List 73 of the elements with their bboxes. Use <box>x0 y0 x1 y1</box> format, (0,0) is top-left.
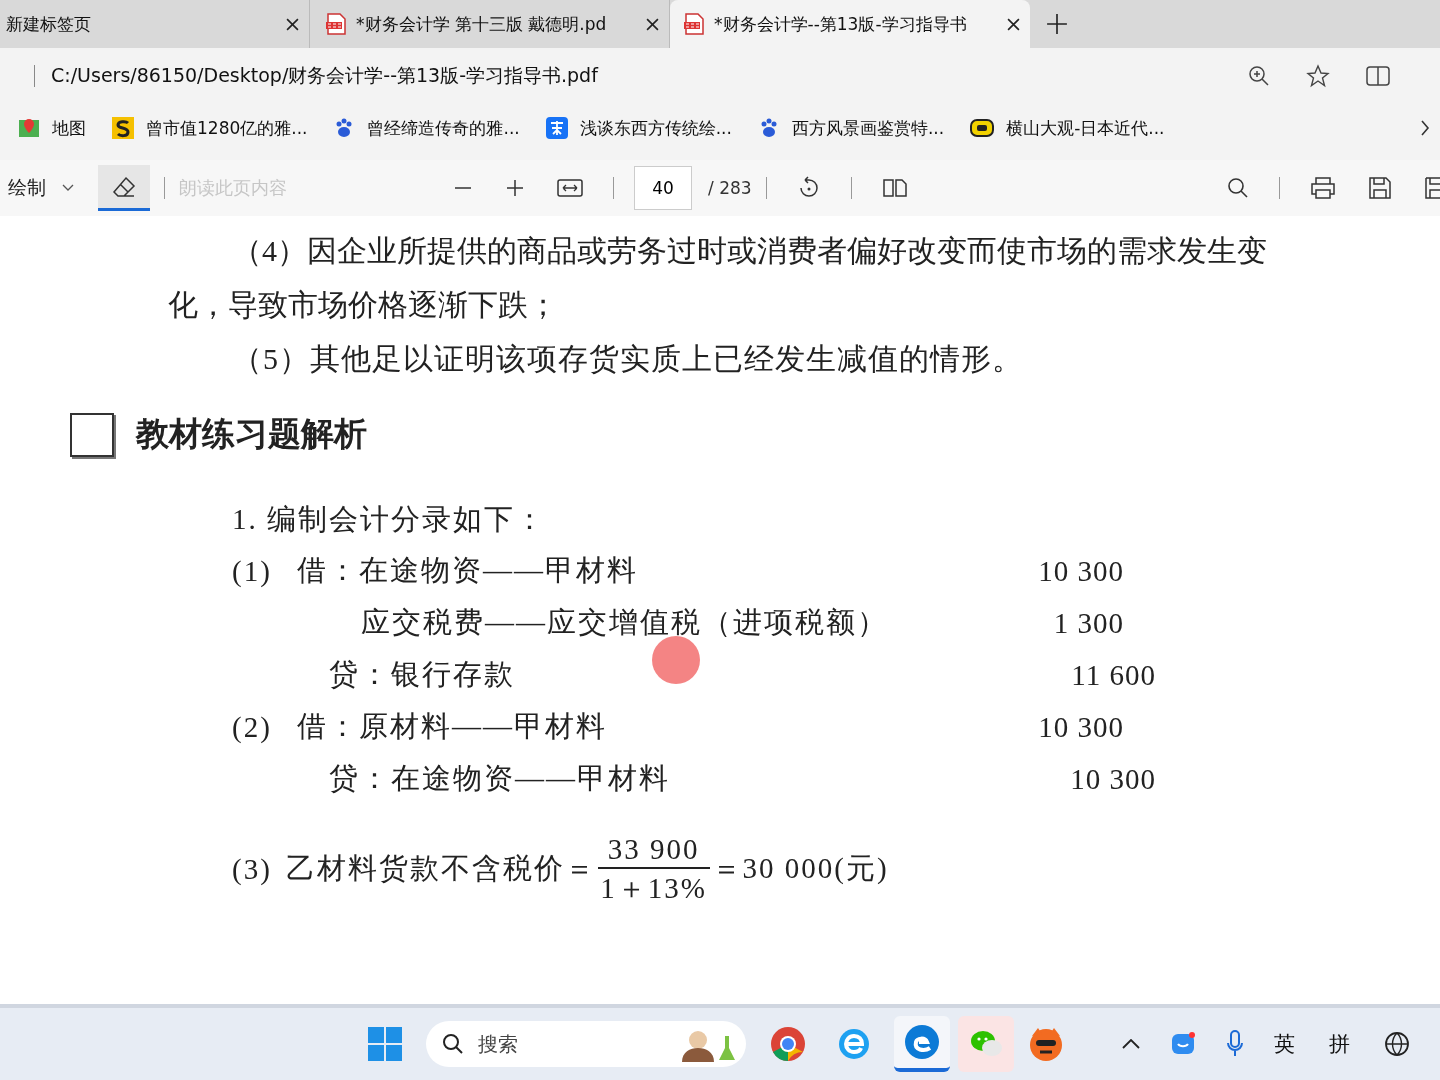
chevron-down-icon[interactable] <box>62 184 74 192</box>
eraser-cursor <box>652 636 700 684</box>
entry-amount: 11 600 <box>1071 658 1156 692</box>
browser-tab[interactable]: *财务会计学--第13版-学习指导书 <box>670 0 1030 48</box>
eraser-button[interactable] <box>98 165 150 211</box>
bookmark-link[interactable]: 西方风景画鉴赏特... <box>757 116 945 140</box>
entry-number: (1) <box>232 554 272 588</box>
fraction-numerator: 33 900 <box>597 831 710 869</box>
search-icon <box>442 1033 464 1055</box>
bookmark-link[interactable]: 地图 <box>18 116 86 140</box>
pdf-file-icon <box>684 13 704 35</box>
entry-number: (3) <box>232 852 272 886</box>
bookmark-link[interactable]: 曾经缔造传奇的雅... <box>333 116 520 140</box>
chevron-up-icon[interactable] <box>1122 1039 1140 1049</box>
heading-square-icon <box>70 412 114 457</box>
formula-text: 乙材料货款不含税价＝ <box>285 851 596 886</box>
input-method-indicator[interactable]: 拼 <box>1329 1030 1350 1058</box>
fraction-denominator: 1＋13% <box>600 871 708 906</box>
eraser-icon <box>112 175 136 198</box>
tv-icon <box>970 117 995 139</box>
star-icon[interactable] <box>1306 64 1330 88</box>
tab-title: *财务会计学--第13版-学习指导书 <box>714 12 968 36</box>
print-icon[interactable] <box>1310 176 1336 200</box>
close-icon[interactable] <box>286 17 299 31</box>
page-number-field[interactable]: 40 <box>634 166 692 210</box>
ie-icon[interactable] <box>836 1026 872 1062</box>
entry-amount: 10 300 <box>1038 554 1124 588</box>
close-icon[interactable] <box>646 17 659 31</box>
new-tab-icon[interactable] <box>1046 13 1068 35</box>
close-icon[interactable] <box>1007 17 1020 31</box>
body-paragraph: （4）因企业所提供的商品或劳务过时或消费者偏好改变而使市场的需求发生变化，导致市场价格逐渐下跌； <box>168 233 1268 323</box>
windows-start-icon[interactable] <box>368 1027 402 1061</box>
bookmark-link[interactable]: 浅谈东西方传统绘... <box>545 116 732 140</box>
s-logo-icon <box>112 117 134 139</box>
entry-account: 借：在途物资——甲材料 <box>297 553 638 588</box>
entry-account: 贷：银行存款 <box>329 657 515 692</box>
split-screen-icon[interactable] <box>1366 65 1390 87</box>
pdf-file-icon <box>326 13 346 35</box>
entry-number: (2) <box>232 710 272 744</box>
input-method-indicator[interactable]: 英 <box>1274 1030 1295 1058</box>
entry-account: 贷：在途物资——甲材料 <box>329 761 670 796</box>
edge-icon[interactable] <box>904 1024 940 1060</box>
tab-title: 新建标签页 <box>6 12 92 36</box>
entry-amount: 1 300 <box>1053 606 1124 640</box>
section-heading: 教材练习题解析 <box>136 413 367 455</box>
globe-icon[interactable] <box>1384 1031 1410 1057</box>
entry-amount: 10 300 <box>1070 762 1156 796</box>
body-paragraph: （5）其他足以证明该项存货实质上已经发生减值的情形。 <box>232 341 1024 377</box>
draw-dropdown[interactable]: 绘制 <box>8 175 46 201</box>
chevron-right-icon[interactable] <box>1420 120 1430 136</box>
entry-amount: 10 300 <box>1038 710 1124 744</box>
search-icon[interactable] <box>1227 177 1249 199</box>
zhi-logo-icon <box>545 117 568 139</box>
formula-result: ＝30 000(元) <box>711 851 889 886</box>
tab-title: *财务会计学 第十三版 戴德明.pd <box>356 12 608 36</box>
zoom-in-icon[interactable] <box>505 178 525 198</box>
bookmark-link[interactable]: 横山大观-日本近代... <box>970 116 1165 140</box>
cat-mascot-icon[interactable] <box>1028 1026 1064 1062</box>
save-icon[interactable] <box>1368 176 1392 200</box>
microphone-icon[interactable] <box>1226 1030 1244 1058</box>
entry-account: 借：原材料——甲材料 <box>297 709 607 744</box>
bookmark-link[interactable]: 曾市值1280亿的雅... <box>112 116 308 140</box>
taskbar-search-field[interactable]: 搜索 <box>426 1021 746 1067</box>
zoom-icon[interactable] <box>1248 65 1270 87</box>
fit-width-icon[interactable] <box>557 178 583 198</box>
chat-bubble-icon[interactable] <box>1170 1031 1196 1057</box>
page-total: / 283 <box>708 178 752 198</box>
body-paragraph: 1. 编制会计分录如下： <box>232 502 547 537</box>
page-view-icon[interactable] <box>881 177 908 199</box>
entry-account: 应交税费——应交增值税（进项税额） <box>361 605 888 640</box>
save-as-icon[interactable] <box>1424 176 1440 200</box>
map-pin-icon <box>18 117 40 139</box>
chrome-icon[interactable] <box>770 1026 806 1062</box>
